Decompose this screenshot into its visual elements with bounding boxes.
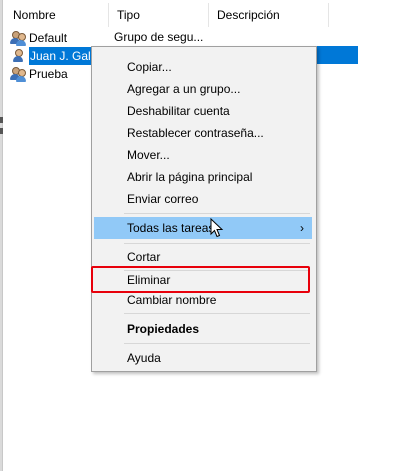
row-name: Default	[29, 30, 68, 45]
menu-item-disable-account[interactable]: Deshabilitar cuenta	[94, 100, 312, 122]
menu-separator	[124, 213, 310, 214]
column-header-description[interactable]: Descripción	[208, 3, 328, 27]
highlight-annotation-box	[91, 266, 310, 293]
column-header-name[interactable]: Nombre	[4, 3, 108, 27]
group-icon	[10, 66, 26, 82]
list-item[interactable]: Juan J. Galla	[10, 46, 104, 65]
list-item[interactable]: Prueba	[10, 64, 68, 82]
menu-item-all-tasks[interactable]: Todas las tareas ›	[94, 217, 312, 239]
menu-item-cut[interactable]: Cortar	[94, 246, 312, 268]
menu-separator	[124, 313, 310, 314]
column-divider[interactable]	[328, 3, 329, 27]
user-icon	[10, 48, 26, 64]
window-left-edge	[0, 0, 3, 471]
group-icon	[10, 30, 26, 46]
menu-item-send-mail[interactable]: Enviar correo	[94, 188, 312, 210]
list-item[interactable]: Default Grupo de segu...	[10, 28, 203, 46]
mouse-pointer-icon	[210, 218, 224, 238]
list-header: Nombre Tipo Descripción	[4, 3, 418, 27]
submenu-arrow-icon: ›	[300, 221, 304, 235]
row-name: Prueba	[29, 66, 68, 81]
menu-item-add-to-group[interactable]: Agregar a un grupo...	[94, 78, 312, 100]
menu-item-move[interactable]: Mover...	[94, 144, 312, 166]
menu-separator	[124, 243, 310, 244]
menu-item-copy[interactable]: Copiar...	[94, 56, 312, 78]
column-header-type[interactable]: Tipo	[108, 3, 208, 27]
menu-item-help[interactable]: Ayuda	[94, 347, 312, 369]
context-menu: Copiar... Agregar a un grupo... Deshabil…	[91, 46, 317, 372]
row-type: Grupo de segu...	[114, 30, 204, 44]
menu-item-label: Todas las tareas	[127, 221, 215, 235]
menu-item-reset-password[interactable]: Restablecer contraseña...	[94, 122, 312, 144]
edge-mark	[0, 117, 3, 123]
menu-item-open-home-page[interactable]: Abrir la página principal	[94, 166, 312, 188]
edge-mark	[0, 128, 3, 134]
menu-item-properties[interactable]: Propiedades	[94, 318, 312, 340]
menu-separator	[124, 343, 310, 344]
